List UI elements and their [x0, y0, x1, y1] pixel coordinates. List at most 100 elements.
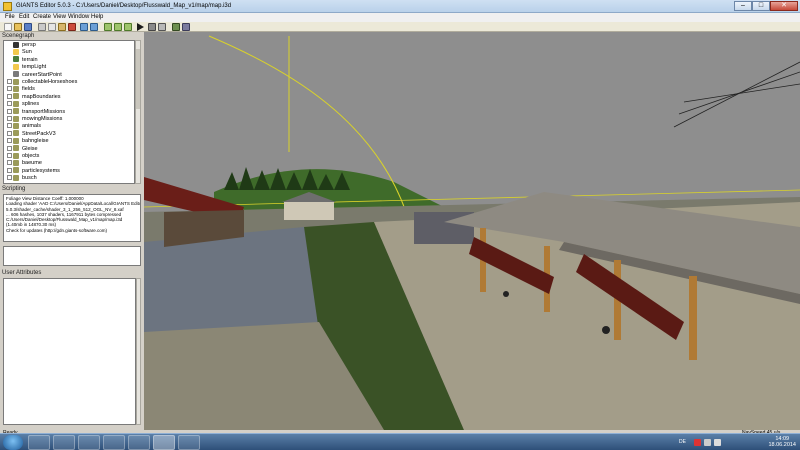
scenegraph-item-label: terrain — [22, 56, 38, 63]
expand-icon[interactable] — [7, 123, 12, 129]
chrome-icon[interactable] — [128, 435, 150, 450]
start-button[interactable] — [3, 435, 23, 450]
menu-file[interactable]: File — [5, 14, 15, 20]
play-icon[interactable] — [136, 23, 144, 31]
group-icon — [13, 85, 19, 92]
script-input[interactable] — [3, 246, 141, 266]
language-indicator[interactable]: DE — [679, 439, 686, 445]
volume-icon[interactable] — [714, 439, 721, 446]
menu-view[interactable]: View — [53, 14, 66, 20]
scenegraph-scrollbar[interactable] — [135, 40, 141, 184]
scenegraph-item-label: bahngleise — [22, 138, 49, 145]
menu-window[interactable]: Window — [68, 14, 89, 20]
terrain-icon[interactable] — [172, 23, 180, 31]
expand-icon[interactable] — [7, 86, 12, 92]
expand-icon[interactable] — [7, 145, 12, 151]
scenegraph-item-label: fields — [22, 86, 35, 93]
scenegraph-item-label: Sun — [22, 49, 32, 56]
terrain-icon — [13, 56, 19, 63]
tools-icon[interactable] — [182, 23, 190, 31]
group-icon — [13, 100, 19, 107]
scenegraph-item-label: persp — [22, 42, 36, 48]
user-attributes-header: User Attributes — [2, 270, 42, 276]
user-attributes-scrollbar[interactable] — [136, 278, 141, 425]
redo-icon[interactable] — [90, 23, 98, 31]
expand-icon[interactable] — [7, 101, 12, 107]
clock[interactable]: 14:09 18.06.2014 — [768, 436, 796, 448]
rotate-icon[interactable] — [114, 23, 122, 31]
scenegraph-header: Scenegraph — [2, 33, 35, 39]
scenegraph-item-label: StreetPackV3 — [22, 130, 56, 137]
grid-icon[interactable] — [158, 23, 166, 31]
menu-create[interactable]: Create — [33, 14, 51, 20]
group-icon — [13, 174, 19, 181]
camera-icon — [13, 41, 19, 48]
scenegraph-item[interactable]: busch — [7, 174, 37, 182]
clock-date: 18.06.2014 — [768, 442, 796, 448]
move-icon[interactable] — [104, 23, 112, 31]
scenegraph-tree[interactable]: persp Sun terrain tempLight careerStartPoint… — [3, 40, 135, 184]
group-icon — [13, 137, 19, 144]
scrollbar-thumb[interactable] — [136, 49, 140, 109]
camera-icon[interactable] — [148, 23, 156, 31]
network-icon[interactable] — [704, 439, 711, 446]
expand-icon[interactable] — [7, 93, 12, 99]
save-icon[interactable] — [24, 23, 32, 31]
expand-icon[interactable] — [7, 116, 12, 122]
scenegraph-item-label: baeume — [22, 160, 42, 167]
undo-icon[interactable] — [80, 23, 88, 31]
maximize-button[interactable]: □ — [752, 1, 770, 11]
new-icon[interactable] — [4, 23, 12, 31]
log-line: Check for updates (http://gdn.giants-sof… — [6, 227, 108, 233]
menu-help[interactable]: Help — [91, 14, 103, 20]
scenegraph-item-label: mapBoundaries — [22, 93, 61, 100]
viewport-scene — [144, 32, 800, 430]
cut-icon[interactable] — [38, 23, 46, 31]
scenegraph-item-label: animals — [22, 123, 41, 130]
toolbar — [0, 22, 800, 32]
scenegraph-item-label: transportMissions — [22, 108, 66, 115]
media-player-icon[interactable] — [53, 435, 75, 450]
user-attributes-panel[interactable] — [3, 278, 136, 425]
scripting-log[interactable]: Foliage View Distance Coeff: 1.000000 Loa… — [3, 194, 141, 242]
minimize-button[interactable]: – — [734, 1, 752, 11]
internet-explorer-icon[interactable] — [103, 435, 125, 450]
copy-icon[interactable] — [48, 23, 56, 31]
scripting-header: Scripting — [2, 186, 26, 192]
expand-icon[interactable] — [7, 160, 12, 166]
delete-icon[interactable] — [68, 23, 76, 31]
light-icon — [13, 63, 19, 70]
paste-icon[interactable] — [58, 23, 66, 31]
scenegraph-item-label: particlesystems — [22, 167, 60, 174]
title-bar: GIANTS Editor 5.0.3 - C:/Users/Daniel/De… — [0, 0, 800, 13]
action-center-icon[interactable] — [694, 439, 701, 446]
expand-icon[interactable] — [7, 167, 12, 173]
menu-bar: File Edit Create View Window Help — [0, 13, 800, 22]
close-button[interactable]: ✕ — [770, 1, 798, 11]
scenegraph-item-label: busch — [22, 175, 37, 182]
scenegraph-item-label: Gleise — [22, 145, 38, 152]
scenegraph-item-label: careerStartPoint — [22, 71, 62, 78]
expand-icon[interactable] — [7, 153, 12, 159]
scenegraph-item-label: mowingMissions — [22, 116, 63, 122]
scale-icon[interactable] — [124, 23, 132, 31]
taskbar: DE 14:09 18.06.2014 — [0, 433, 800, 450]
expand-icon[interactable] — [7, 108, 12, 114]
expand-icon[interactable] — [7, 138, 12, 144]
scenegraph-item-label: tempLight — [22, 64, 47, 71]
light-icon — [13, 48, 19, 55]
expand-icon[interactable] — [7, 79, 12, 85]
group-icon — [13, 115, 19, 122]
menu-edit[interactable]: Edit — [19, 14, 29, 20]
group-icon — [13, 130, 19, 137]
expand-icon[interactable] — [7, 130, 12, 136]
3d-viewport[interactable] — [144, 32, 800, 430]
explorer-icon[interactable] — [28, 435, 50, 450]
open-icon[interactable] — [14, 23, 22, 31]
giants-editor-icon — [3, 2, 12, 11]
expand-icon[interactable] — [7, 175, 12, 181]
folder-icon[interactable] — [153, 435, 175, 450]
giants-editor-icon[interactable] — [178, 435, 200, 450]
checkmark-icon[interactable] — [78, 435, 100, 450]
group-icon — [13, 145, 19, 152]
